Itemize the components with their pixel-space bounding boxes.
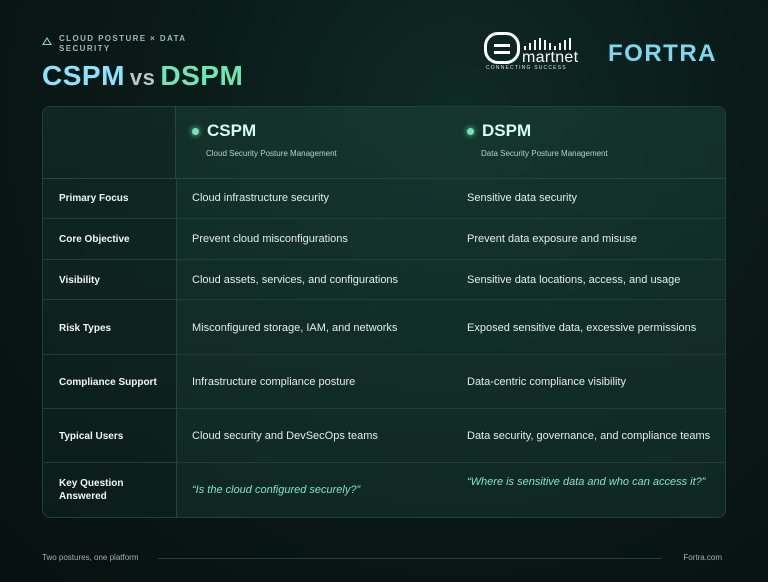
footer-tagline: Two postures, one platform (42, 553, 139, 562)
table-row: Core Objective Prevent cloud misconfigur… (43, 219, 725, 260)
smartnet-logo: martnet CONNECTING SUCCESS (484, 32, 584, 72)
fortra-logo: FORTRA (608, 40, 717, 67)
eyebrow-text: Cloud Posture × Data Security (59, 34, 187, 53)
empty-header-cell (43, 107, 176, 179)
row-label: Key Question Answered (59, 478, 124, 502)
dot-icon (192, 127, 199, 135)
cspm-cell: Prevent cloud misconfigurations (192, 233, 348, 245)
column-name: DSPM (482, 121, 532, 140)
dspm-cell: Data-centric compliance visibility (467, 376, 626, 388)
table-row: Key Question Answered “Is the cloud conf… (43, 463, 725, 517)
row-label: Compliance Support (59, 377, 157, 388)
footer-divider (158, 558, 662, 559)
cspm-cell: Infrastructure compliance posture (192, 376, 356, 388)
row-label: Core Objective (59, 234, 130, 245)
triangle-icon (42, 37, 52, 45)
smartnet-s-icon (484, 32, 520, 64)
dspm-cell: “Where is sensitive data and who can acc… (467, 476, 706, 488)
dot-icon (467, 127, 474, 135)
table-header-row: CSPM Cloud Security Posture Management D… (43, 107, 725, 179)
footer-website: Fortra.com (683, 553, 722, 562)
comparison-table: CSPM Cloud Security Posture Management D… (42, 106, 726, 518)
row-label: Typical Users (59, 431, 124, 442)
cspm-cell: Cloud infrastructure security (192, 192, 329, 204)
dspm-cell: Sensitive data security (467, 192, 578, 204)
footer: Two postures, one platform Fortra.com (42, 553, 726, 565)
table-row: Primary Focus Cloud infrastructure secur… (43, 179, 725, 219)
row-label: Visibility (59, 275, 100, 286)
row-label: Primary Focus (59, 193, 129, 204)
column-subtitle: Cloud Security Posture Management (206, 149, 337, 158)
table-row: Compliance Support Infrastructure compli… (43, 355, 725, 409)
column-name: CSPM (207, 121, 257, 140)
smartnet-tagline: CONNECTING SUCCESS (486, 65, 567, 71)
cspm-cell: “Is the cloud configured securely?” (192, 484, 361, 496)
dspm-cell: Sensitive data locations, access, and us… (467, 274, 681, 286)
title-cspm: CSPM (42, 60, 125, 91)
cspm-cell: Cloud assets, services, and configuratio… (192, 274, 399, 286)
dspm-cell: Prevent data exposure and misuse (467, 233, 637, 245)
column-header-cspm: CSPM Cloud Security Posture Management (192, 121, 337, 158)
cspm-cell: Cloud security and DevSecOps teams (192, 430, 378, 442)
title-vs: vs (129, 65, 156, 90)
table-row: Visibility Cloud assets, services, and c… (43, 260, 725, 300)
table-row: Typical Users Cloud security and DevSecO… (43, 409, 725, 463)
table-row: Risk Types Misconfigured storage, IAM, a… (43, 300, 725, 355)
dspm-cell: Data security, governance, and complianc… (467, 430, 711, 442)
title-dspm: DSPM (160, 60, 244, 91)
dspm-cell: Exposed sensitive data, excessive permis… (467, 322, 697, 334)
column-subtitle: Data Security Posture Management (481, 149, 608, 158)
column-header-dspm: DSPM Data Security Posture Management (467, 121, 608, 158)
cspm-cell: Misconfigured storage, IAM, and networks (192, 322, 398, 334)
row-label: Risk Types (59, 323, 112, 334)
